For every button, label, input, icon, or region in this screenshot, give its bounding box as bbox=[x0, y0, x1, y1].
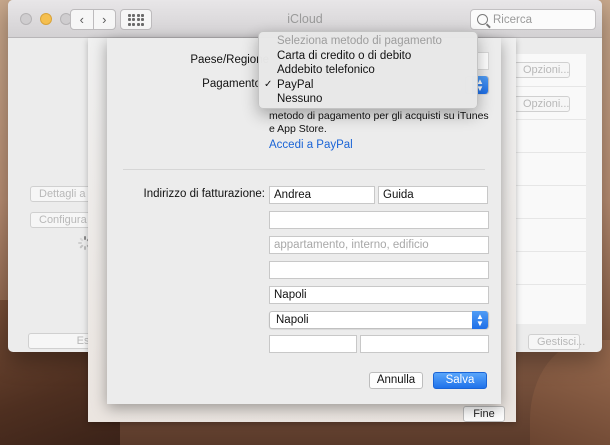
street-field[interactable] bbox=[269, 211, 489, 229]
list-item[interactable] bbox=[514, 120, 586, 153]
cancel-button[interactable]: Annulla bbox=[369, 372, 423, 389]
save-button[interactable]: Salva bbox=[433, 372, 487, 389]
address-line3-field[interactable] bbox=[269, 261, 489, 279]
service-list bbox=[514, 54, 586, 324]
payment-method-menu: Seleziona metodo di pagamento Carta di c… bbox=[258, 31, 478, 109]
menu-header: Seleziona metodo di pagamento bbox=[277, 35, 442, 47]
apartment-field[interactable]: appartamento, interno, edificio bbox=[269, 236, 489, 254]
popup-arrows-icon: ▲ ▼ bbox=[472, 311, 488, 329]
province-popup[interactable]: Napoli ▲ ▼ bbox=[269, 311, 489, 329]
province-value: Napoli bbox=[276, 314, 309, 326]
menu-item-none[interactable]: Nessuno bbox=[259, 92, 477, 107]
list-item[interactable] bbox=[514, 186, 586, 219]
search-placeholder: Ricerca bbox=[493, 13, 532, 26]
manage-button[interactable]: Gestisci... bbox=[528, 334, 585, 350]
last-name-field[interactable]: Guida bbox=[378, 186, 488, 204]
paypal-login-link[interactable]: Accedi a PayPal bbox=[269, 139, 353, 151]
options-button-2[interactable]: Opzioni... bbox=[514, 96, 570, 112]
first-name-field[interactable]: Andrea bbox=[269, 186, 375, 204]
list-item[interactable] bbox=[514, 219, 586, 252]
menu-item-label: Addebito telefonico bbox=[277, 64, 375, 76]
payment-label: Pagamento bbox=[202, 78, 261, 90]
menu-item-phone-billing[interactable]: Addebito telefonico bbox=[259, 63, 477, 78]
checkmark-icon: ✓ bbox=[264, 78, 273, 90]
city-field[interactable]: Napoli bbox=[269, 286, 489, 304]
separator bbox=[123, 169, 485, 170]
menu-item-label: Nessuno bbox=[277, 93, 323, 105]
menu-item-credit-card[interactable]: Carta di credito o di debito bbox=[259, 49, 477, 64]
phone-field[interactable] bbox=[360, 335, 489, 353]
billing-address-label: Indirizzo di fatturazione: bbox=[143, 188, 265, 200]
desktop-background-right bbox=[530, 340, 610, 445]
menu-item-paypal[interactable]: ✓ PayPal bbox=[259, 78, 477, 93]
list-item[interactable] bbox=[514, 153, 586, 186]
postal-code-field[interactable] bbox=[269, 335, 357, 353]
search-input[interactable]: Ricerca bbox=[470, 9, 596, 30]
menu-item-label: Carta di credito o di debito bbox=[277, 49, 412, 62]
payment-info-text: metodo di pagamento per gli acquisti su … bbox=[269, 110, 489, 135]
options-button-1[interactable]: Opzioni... bbox=[514, 62, 570, 78]
menu-item-label: PayPal bbox=[277, 78, 314, 91]
search-icon bbox=[477, 14, 488, 25]
done-button[interactable]: Fine bbox=[463, 406, 505, 422]
list-item[interactable] bbox=[514, 252, 586, 285]
